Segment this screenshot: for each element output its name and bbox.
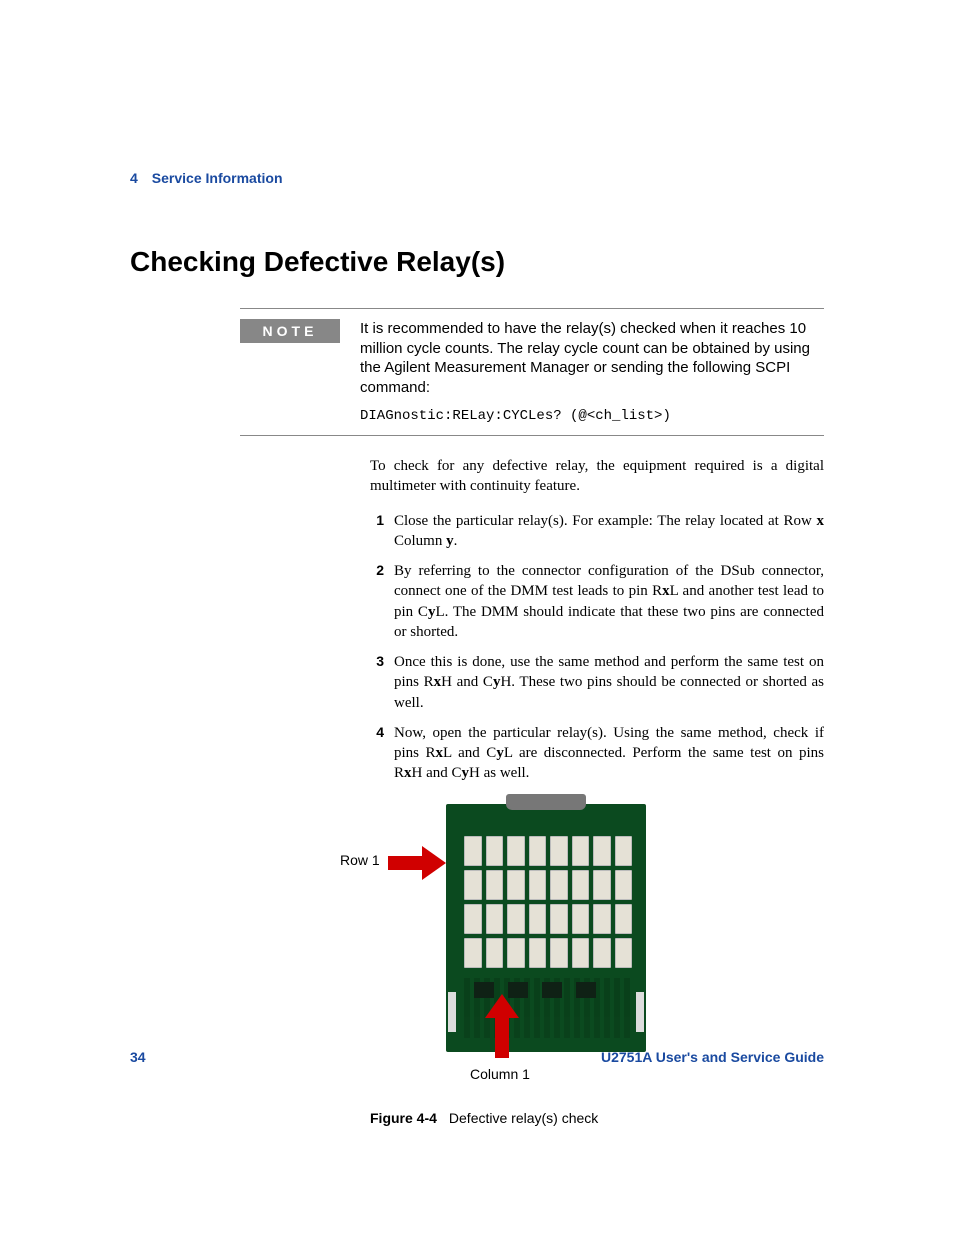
step-1: 1 Close the particular relay(s). For exa… [370, 511, 824, 552]
scpi-command: DIAGnostic:RELay:CYCLes? (@<ch_list>) [360, 407, 824, 425]
step-2: 2 By referring to the connector configur… [370, 561, 824, 642]
chapter-title: Service Information [152, 170, 283, 186]
relay-grid [464, 836, 632, 968]
guide-title: U2751A User's and Service Guide [601, 1049, 824, 1065]
step-text: By referring to the connector configurat… [394, 561, 824, 642]
figure-caption-text: Defective relay(s) check [449, 1110, 598, 1126]
intro-paragraph: To check for any defective relay, the eq… [370, 456, 824, 497]
section-title: Checking Defective Relay(s) [130, 246, 824, 278]
step-text: Close the particular relay(s). For examp… [394, 511, 824, 552]
column-label: Column 1 [470, 1066, 530, 1082]
note-label: NOTE [240, 319, 340, 343]
step-text: Now, open the particular relay(s). Using… [394, 723, 824, 784]
row-label: Row 1 [340, 852, 380, 868]
step-number: 1 [370, 511, 384, 552]
figure-name: Figure 4-4 [370, 1110, 437, 1126]
note-block: NOTE It is recommended to have the relay… [240, 308, 824, 436]
step-3: 3 Once this is done, use the same method… [370, 652, 824, 713]
figure-caption: Figure 4-4 Defective relay(s) check [370, 1110, 824, 1126]
page-number: 34 [130, 1049, 146, 1065]
side-connector-icon [636, 992, 644, 1032]
step-4: 4 Now, open the particular relay(s). Usi… [370, 723, 824, 784]
page-footer: 34 U2751A User's and Service Guide [130, 1049, 824, 1065]
dsub-connector-icon [506, 794, 586, 810]
side-connector-icon [448, 992, 456, 1032]
step-number: 3 [370, 652, 384, 713]
chapter-header: 4 Service Information [130, 170, 824, 186]
chapter-number: 4 [130, 170, 138, 186]
step-number: 4 [370, 723, 384, 784]
note-text: It is recommended to have the relay(s) c… [360, 319, 824, 425]
note-body: It is recommended to have the relay(s) c… [360, 320, 810, 396]
step-number: 2 [370, 561, 384, 642]
pcb-photo [446, 804, 646, 1052]
step-text: Once this is done, use the same method a… [394, 652, 824, 713]
